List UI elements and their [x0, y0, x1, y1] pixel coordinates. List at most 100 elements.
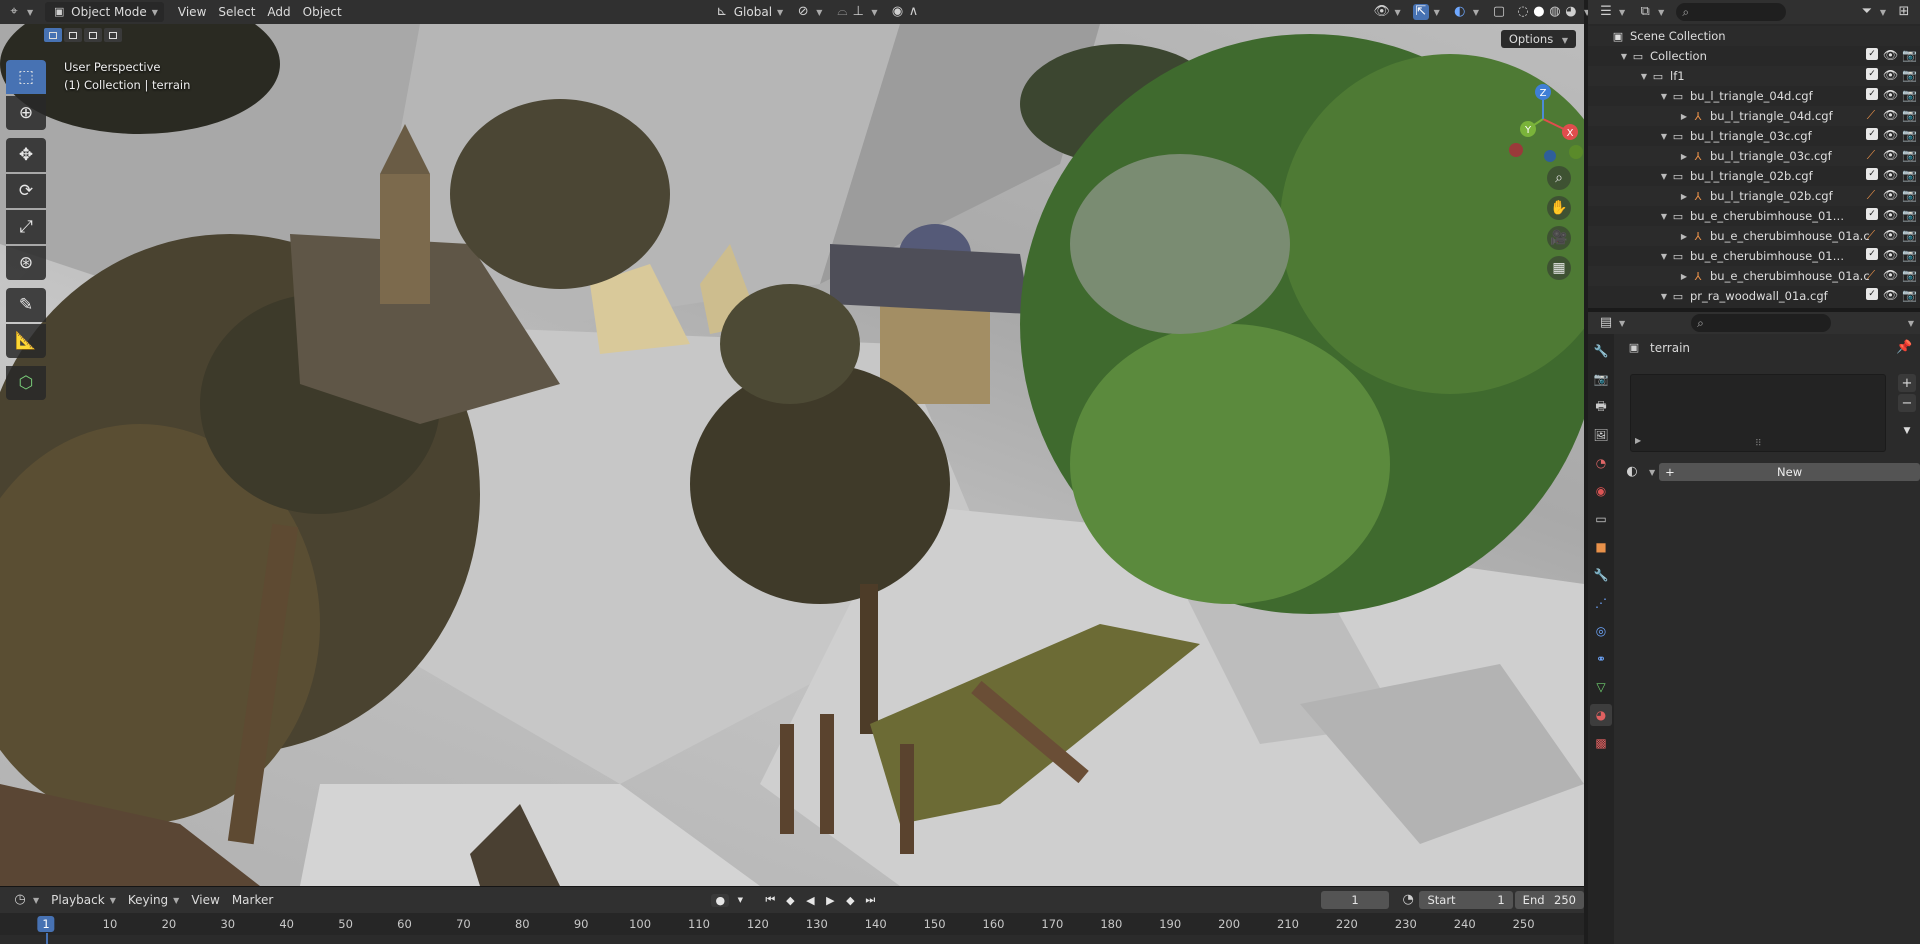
start-frame-field[interactable]: Start 1	[1419, 891, 1513, 909]
camera-icon[interactable]: 📷	[1902, 148, 1917, 163]
eye-icon[interactable]: 👁	[1883, 188, 1898, 203]
add-slot-button[interactable]: +	[1898, 374, 1916, 392]
expand-arrow-icon[interactable]: ▶	[1678, 232, 1690, 241]
collapse-arrow-icon[interactable]: ▼	[1658, 92, 1670, 101]
add-cube-tool[interactable]: ⬡	[6, 366, 46, 400]
cursor-tool[interactable]: ⊕	[6, 96, 46, 130]
particles-icon[interactable]: ⋰	[1590, 592, 1612, 614]
pan-button[interactable]: ✋	[1547, 196, 1571, 220]
jump-start-icon[interactable]: ⏮	[761, 893, 779, 907]
select-intersect-icon[interactable]	[104, 28, 122, 42]
eye-icon[interactable]: 👁	[1883, 228, 1898, 243]
menu-view[interactable]: View	[172, 2, 212, 22]
pose-data-icon[interactable]: ⟋	[1864, 108, 1878, 123]
eye-icon[interactable]: 👁	[1883, 208, 1898, 222]
zoom-button[interactable]: ⌕	[1547, 166, 1571, 190]
outliner-search-input[interactable]: ⌕	[1676, 3, 1787, 21]
pin-icon[interactable]: 📌	[1896, 340, 1912, 356]
eye-icon[interactable]: 👁	[1883, 108, 1898, 123]
camera-icon[interactable]: 📷	[1902, 188, 1917, 203]
slot-specials-button[interactable]: ▼	[1898, 422, 1916, 440]
exclude-checkbox[interactable]: ✓	[1866, 48, 1878, 60]
camera-icon[interactable]: 📷	[1902, 108, 1917, 123]
jump-end-icon[interactable]: ⏭	[861, 893, 879, 907]
pivot-dropdown[interactable]: ⊘ ▼	[789, 2, 828, 22]
camera-icon[interactable]: 📷	[1902, 168, 1917, 182]
gizmo-toggle[interactable]: ⇱ ▼	[1407, 2, 1446, 22]
play-icon[interactable]: ▶	[821, 894, 839, 907]
chevron-down-icon[interactable]: ▼	[1649, 468, 1655, 477]
view-layer-icon[interactable]: 🖼	[1590, 424, 1612, 446]
exclude-checkbox[interactable]: ✓	[1866, 288, 1878, 300]
menu-add[interactable]: Add	[261, 2, 296, 22]
shading-material-icon[interactable]: ◍	[1547, 4, 1563, 20]
exclude-checkbox[interactable]: ✓	[1866, 248, 1878, 260]
outliner-row[interactable]: ▼ ▭ bu_l_triangle_02b.cgf ✓ 👁 📷	[1588, 166, 1920, 186]
constraints-icon[interactable]: ⚭	[1590, 648, 1612, 670]
xray-toggle[interactable]: ▢	[1485, 2, 1513, 22]
menu-object[interactable]: Object	[297, 2, 348, 22]
material-icon[interactable]: ◕	[1590, 704, 1612, 726]
new-collection-button[interactable]: ⊞	[1894, 2, 1914, 22]
annotate-tool[interactable]: ✎	[6, 288, 46, 322]
physics-icon[interactable]: ◎	[1590, 620, 1612, 642]
shading-solid-icon[interactable]: ●	[1531, 4, 1547, 20]
exclude-checkbox[interactable]: ✓	[1866, 128, 1878, 140]
outliner-row[interactable]: ▼ ▭ bu_l_triangle_03c.cgf ✓ 👁 📷	[1588, 126, 1920, 146]
object-icon[interactable]: ■	[1590, 536, 1612, 558]
camera-icon[interactable]: 📷	[1902, 248, 1917, 262]
camera-icon[interactable]: 📷	[1902, 88, 1917, 102]
outliner-row[interactable]: ▶ ⅄ bu_l_triangle_04d.cgf ⟋ 👁 📷	[1588, 106, 1920, 126]
eye-icon[interactable]: 👁	[1883, 148, 1898, 163]
visibility-dropdown[interactable]: 👁 ▼	[1368, 2, 1407, 22]
expand-arrow-icon[interactable]: ▶	[1678, 192, 1690, 201]
collapse-arrow-icon[interactable]: ▼	[1658, 212, 1670, 221]
expand-arrow-icon[interactable]: ▶	[1678, 152, 1690, 161]
collection-icon[interactable]: ▭	[1590, 508, 1612, 530]
camera-icon[interactable]: 📷	[1902, 128, 1917, 142]
scene-icon[interactable]: ◔	[1590, 452, 1612, 474]
menu-select[interactable]: Select	[212, 2, 261, 22]
outliner-editor-type[interactable]: ☰ ▼	[1594, 2, 1629, 22]
exclude-checkbox[interactable]: ✓	[1866, 68, 1878, 80]
resize-handle-icon[interactable]: ⠿	[1755, 439, 1762, 449]
navigation-gizmo[interactable]: Z X Y	[1498, 64, 1584, 174]
eye-icon[interactable]: 👁	[1883, 68, 1898, 82]
proportional-edit-toggle[interactable]: ◉ ∧	[884, 2, 928, 22]
3d-viewport[interactable]: User Perspective (1) Collection | terrai…	[0, 24, 1584, 886]
remove-slot-button[interactable]: −	[1898, 394, 1916, 412]
collapse-arrow-icon[interactable]: ▼	[1658, 292, 1670, 301]
collapse-arrow-icon[interactable]: ▼	[1658, 252, 1670, 261]
expand-arrow-icon[interactable]: ▶	[1635, 436, 1641, 445]
timeline-editor-type[interactable]: ◷ ▼	[6, 890, 45, 910]
exclude-checkbox[interactable]: ✓	[1866, 208, 1878, 220]
filter-dropdown[interactable]: ⏷ ▼	[1855, 2, 1890, 22]
collapse-arrow-icon[interactable]: ▼	[1638, 72, 1650, 81]
pose-data-icon[interactable]: ⟋	[1864, 268, 1878, 283]
eye-icon[interactable]: 👁	[1883, 128, 1898, 142]
outliner-row[interactable]: ▶ ⅄ bu_l_triangle_02b.cgf ⟋ 👁 📷	[1588, 186, 1920, 206]
eye-icon[interactable]: 👁	[1883, 268, 1898, 283]
record-icon[interactable]: ●	[711, 893, 730, 907]
eye-icon[interactable]: 👁	[1883, 48, 1898, 62]
menu-playback[interactable]: Playback ▼	[45, 890, 122, 910]
exclude-checkbox[interactable]: ✓	[1866, 88, 1878, 100]
outliner-tree[interactable]: ▣ Scene Collection ▼ ▭ Collection ✓ 👁 📷 ▼ ▭ lf1 ✓ 👁 📷…	[1588, 26, 1920, 306]
editor-type-button[interactable]: ⌖ ▼	[0, 2, 39, 22]
render-icon[interactable]: 📷	[1590, 368, 1612, 390]
select-new-icon[interactable]	[44, 28, 62, 42]
outliner-row[interactable]: ▼▭ bu_e_cherubimhouse_01a.cgf.0 ✓ 👁 📷	[1588, 246, 1920, 266]
next-keyframe-icon[interactable]: ◆	[841, 894, 859, 907]
output-icon[interactable]: 🖶	[1590, 396, 1612, 418]
outliner-row[interactable]: ▶ ⅄ bu_e_cherubimhouse_01a.c ⟋ 👁 📷	[1588, 226, 1920, 246]
rotate-tool[interactable]: ⟳	[6, 174, 46, 208]
collapse-arrow-icon[interactable]: ▼	[1658, 172, 1670, 181]
world-icon[interactable]: ◉	[1590, 480, 1612, 502]
select-subtract-icon[interactable]	[84, 28, 102, 42]
camera-view-button[interactable]: 🎥	[1547, 226, 1571, 250]
shading-wireframe-icon[interactable]: ◌	[1515, 4, 1531, 20]
eye-icon[interactable]: 👁	[1883, 248, 1898, 262]
new-material-button[interactable]: + New	[1659, 463, 1920, 481]
outliner-row[interactable]: ▼ ▭ bu_e_cherubimhouse_01a.cgf ✓ 👁 📷	[1588, 206, 1920, 226]
camera-icon[interactable]: 📷	[1902, 268, 1917, 283]
